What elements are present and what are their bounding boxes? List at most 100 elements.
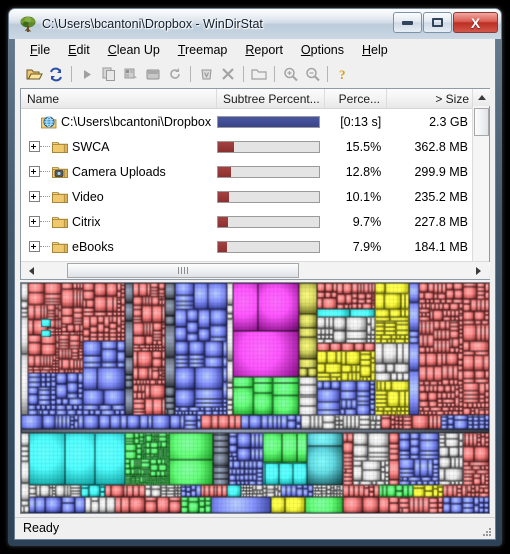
tree-line (40, 170, 50, 173)
table-row[interactable]: Video 10.1% 235.2 MB (21, 184, 474, 209)
command-prompt-icon (146, 69, 159, 79)
continue-play-icon (84, 69, 91, 79)
subtree-percent-bar (216, 215, 321, 228)
close-button[interactable]: X (453, 12, 498, 33)
row-percent-cell: 9.7% (352, 214, 382, 229)
row-bar-cell (216, 215, 325, 228)
subtree-percent-bar (216, 165, 321, 178)
row-size-cell: 184.1 MB (414, 239, 468, 254)
subtree-percent-bar (216, 240, 321, 253)
subtree-percent-bar (216, 190, 321, 203)
column-header-size[interactable]: > Size (387, 89, 475, 108)
row-name-text: Citrix (72, 214, 101, 229)
tree-line (40, 145, 50, 148)
copy-path-button[interactable] (120, 63, 142, 85)
refresh-selected-button[interactable] (164, 63, 186, 85)
continue-button[interactable] (76, 63, 98, 85)
row-name-cell: Citrix (21, 215, 217, 229)
row-bar-cell (216, 140, 325, 153)
list-vertical-scrollbar[interactable] (472, 89, 490, 279)
column-header-subtree-percent[interactable]: Subtree Percent... (217, 89, 325, 108)
vertical-scroll-thumb[interactable] (474, 108, 489, 136)
row-size-cell: 235.2 MB (414, 189, 468, 204)
table-row[interactable]: SWCA 15.5% 362.8 MB (21, 134, 474, 159)
row-size-cell: 362.8 MB (414, 139, 468, 154)
close-icon: X (470, 14, 481, 31)
table-row[interactable]: Camera Uploads 12.8% 299.9 MB (21, 159, 474, 184)
row-name-text: Camera Uploads (72, 164, 166, 179)
row-name-text: C:\Users\bcantoni\Dropbox (61, 114, 212, 129)
zoom-out-button[interactable] (301, 63, 323, 85)
refresh-all-icon (50, 67, 62, 81)
subtree-percent-fill (217, 191, 229, 202)
menu-file[interactable]: File (21, 41, 59, 59)
thumb-grip-icon (177, 262, 189, 280)
menu-treemap[interactable]: Treemap (169, 41, 237, 59)
toolbar: ? (15, 61, 495, 87)
open-folder-icon (26, 69, 43, 79)
refresh-all-button[interactable] (45, 63, 67, 85)
toolbar-separator (190, 66, 191, 82)
table-row[interactable]: C:\Users\bcantoni\Dropbox [0:13 s] 2.3 G… (21, 109, 474, 134)
size-grip-icon[interactable] (480, 525, 492, 537)
window-controls: X (392, 12, 498, 33)
copy-button[interactable] (98, 63, 120, 85)
help-button[interactable]: ? (332, 63, 354, 85)
column-header-percent[interactable]: Perce... (325, 89, 387, 108)
scroll-right-button[interactable] (472, 262, 489, 279)
open-folder-button[interactable] (23, 63, 45, 85)
row-bar-cell (216, 115, 325, 128)
scroll-up-arrow-icon (477, 95, 486, 100)
row-size-cell: 2.3 GB (429, 114, 468, 129)
expand-toggle[interactable] (29, 141, 40, 152)
horizontal-scroll-thumb[interactable] (67, 263, 299, 278)
row-bar-cell (216, 165, 325, 178)
row-name-cell: SWCA (21, 140, 217, 154)
maximize-icon (432, 18, 443, 27)
row-bar-cell (216, 190, 325, 203)
explorer-folder-button[interactable] (248, 63, 270, 85)
zoom-in-button[interactable] (279, 63, 301, 85)
command-prompt-button[interactable] (142, 63, 164, 85)
expand-toggle[interactable] (29, 241, 40, 252)
expand-toggle[interactable] (29, 216, 40, 227)
row-name-text: eBooks (72, 239, 114, 254)
table-row[interactable]: eBooks 7.9% 184.1 MB (21, 234, 474, 259)
menu-edit[interactable]: Edit (59, 41, 99, 59)
folder-camera-icon (52, 166, 68, 178)
table-row[interactable]: Citrix 9.7% 227.8 MB (21, 209, 474, 234)
list-horizontal-scrollbar[interactable] (21, 261, 489, 279)
toolbar-separator (327, 66, 328, 82)
row-size-cell: 299.9 MB (414, 164, 468, 179)
row-percent-cell: [0:13 s] (340, 114, 382, 129)
subtree-percent-bar (216, 115, 321, 128)
row-name-cell: eBooks (21, 240, 217, 254)
menu-help[interactable]: Help (353, 41, 397, 59)
refresh-selected-icon (170, 68, 180, 79)
minimize-button[interactable] (393, 12, 422, 33)
menu-report[interactable]: Report (236, 41, 292, 59)
scroll-left-button[interactable] (21, 262, 38, 279)
title-bar[interactable]: C:\Users\bcantoni\Dropbox - WinDirStat X (9, 9, 501, 39)
scroll-up-button[interactable] (473, 89, 490, 106)
menu-clean-up[interactable]: Clean Up (99, 41, 169, 59)
zoom-in-icon (283, 67, 298, 81)
expand-toggle[interactable] (29, 166, 40, 177)
folder-icon (52, 241, 68, 253)
status-text: Ready (23, 521, 60, 535)
svg-text:?: ? (339, 67, 346, 82)
column-header-name[interactable]: Name (21, 89, 217, 108)
menu-options[interactable]: Options (292, 41, 353, 59)
scroll-left-arrow-icon (25, 266, 34, 275)
delete-button[interactable] (217, 63, 239, 85)
menu-bar: File Edit Clean Up Treemap Report Option… (15, 39, 495, 61)
expand-toggle[interactable] (29, 191, 40, 202)
treemap-visualization[interactable] (20, 282, 490, 514)
folder-icon (52, 191, 68, 203)
row-percent-cell: 7.9% (352, 239, 382, 254)
help-icon: ? (339, 67, 346, 82)
maximize-button[interactable] (423, 12, 452, 33)
window-title: C:\Users\bcantoni\Dropbox - WinDirStat (42, 17, 263, 31)
treemap-canvas[interactable] (21, 283, 489, 513)
recycle-bin-button[interactable] (195, 63, 217, 85)
